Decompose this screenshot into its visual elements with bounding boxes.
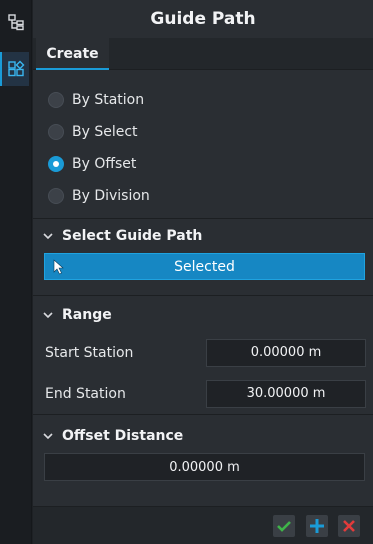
selected-button[interactable]: Selected (44, 253, 365, 280)
section-header[interactable]: Offset Distance (33, 419, 373, 453)
chevron-down-icon (43, 430, 55, 443)
radio-label: By Select (72, 124, 138, 140)
tab-create[interactable]: Create (36, 38, 109, 70)
offset-distance-section: Offset Distance 0.00000 m (33, 419, 373, 495)
chevron-down-icon (43, 230, 55, 243)
panel-title: Guide Path (33, 0, 373, 38)
check-icon (277, 521, 291, 532)
radio-dot[interactable] (48, 92, 64, 108)
method-radio-group: By Station By Select By Offset By Divisi… (33, 70, 373, 219)
offset-distance-input[interactable]: 0.00000 m (44, 453, 365, 481)
radio-by-station[interactable]: By Station (33, 84, 373, 116)
action-footer (33, 506, 373, 544)
apply-add-button[interactable] (306, 515, 328, 537)
radio-label: By Station (72, 92, 145, 108)
select-guide-path-section: Select Guide Path Selected (33, 219, 373, 296)
radio-label: By Division (72, 188, 150, 204)
end-station-input[interactable]: 30.00000 m (206, 379, 366, 408)
radio-dot-selected[interactable] (48, 156, 64, 172)
plus-icon (310, 519, 324, 533)
section-title: Offset Distance (62, 428, 184, 444)
start-station-row: Start Station 0.00000 m (33, 332, 373, 373)
radio-by-division[interactable]: By Division (33, 180, 373, 212)
guide-path-panel: Guide Path Create By Station By Select B… (33, 0, 373, 544)
radio-by-offset[interactable]: By Offset (33, 148, 373, 180)
chevron-down-icon (43, 309, 55, 322)
range-section: Range Start Station 0.00000 m End Statio… (33, 298, 373, 415)
tree-icon[interactable] (3, 9, 29, 35)
left-rail (0, 0, 32, 544)
section-title: Range (62, 307, 112, 323)
section-title: Select Guide Path (62, 228, 203, 244)
tab-bar: Create (33, 38, 373, 70)
cancel-button[interactable] (338, 515, 360, 537)
radio-by-select[interactable]: By Select (33, 116, 373, 148)
section-header[interactable]: Range (33, 298, 373, 332)
close-icon (343, 520, 355, 532)
cursor-icon (53, 259, 65, 279)
end-station-label: End Station (45, 385, 126, 402)
selected-label: Selected (174, 258, 235, 275)
radio-label: By Offset (72, 156, 137, 172)
radio-dot[interactable] (48, 188, 64, 204)
section-header[interactable]: Select Guide Path (33, 219, 373, 253)
components-icon[interactable] (0, 52, 29, 86)
radio-dot[interactable] (48, 124, 64, 140)
start-station-input[interactable]: 0.00000 m (206, 338, 366, 367)
end-station-row: End Station 30.00000 m (33, 373, 373, 414)
confirm-button[interactable] (273, 515, 295, 537)
start-station-label: Start Station (45, 344, 134, 361)
